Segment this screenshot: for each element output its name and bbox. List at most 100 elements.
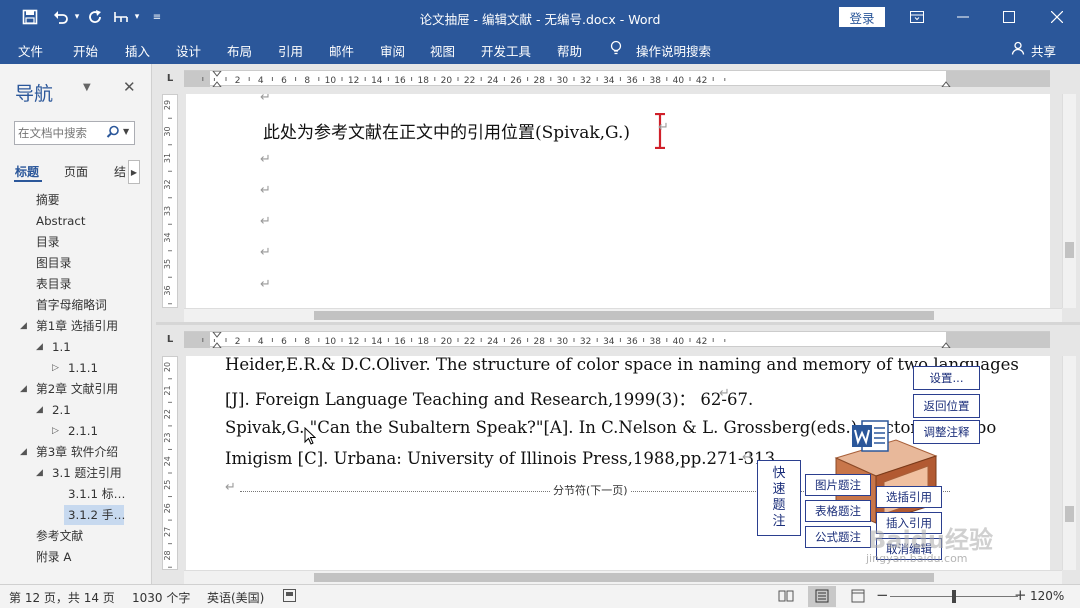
tab-view[interactable]: 视图: [430, 41, 455, 60]
bottom-horizontal-scrollbar[interactable]: [184, 570, 1062, 584]
tab-references[interactable]: 引用: [278, 41, 303, 60]
nav-heading-item[interactable]: 3.1.1 标…: [68, 484, 125, 504]
first-line-indent-marker[interactable]: [212, 332, 222, 338]
minimize-icon[interactable]: [940, 0, 986, 34]
tree-collapse-icon[interactable]: ◢: [36, 337, 43, 357]
nav-heading-item[interactable]: 目录: [36, 232, 60, 252]
redo-icon[interactable]: [84, 6, 106, 28]
nav-close-icon[interactable]: ✕: [123, 78, 136, 96]
zoom-slider-thumb[interactable]: [952, 590, 956, 603]
top-hscroll-thumb[interactable]: [314, 311, 934, 320]
share-user-icon[interactable]: [1011, 41, 1025, 58]
select-insert-citation-button[interactable]: 选插引用: [876, 486, 942, 508]
reference-line-1[interactable]: Heider,E.R.& D.C.Oliver. The structure o…: [225, 356, 1019, 374]
share-button[interactable]: 共享: [1031, 41, 1056, 60]
tab-help[interactable]: 帮助: [557, 41, 582, 60]
tree-collapse-icon[interactable]: ◢: [20, 442, 27, 462]
search-icon[interactable]: [106, 125, 120, 142]
tab-layout[interactable]: 布局: [227, 41, 252, 60]
nav-heading-item[interactable]: 1.1.1: [68, 358, 98, 378]
customize-toolbar-icon[interactable]: ≡: [150, 6, 164, 28]
print-layout-icon[interactable]: [815, 589, 829, 606]
nav-heading-item[interactable]: 第2章 文献引用: [36, 379, 118, 399]
nav-heading-item[interactable]: 图目录: [36, 253, 71, 273]
tab-stop-selector-icon[interactable]: L: [162, 331, 178, 347]
tree-collapse-icon[interactable]: ◢: [36, 463, 43, 483]
nav-tab-headings[interactable]: 标题: [15, 163, 39, 180]
ribbon-display-options-icon[interactable]: [894, 0, 940, 34]
nav-heading-item[interactable]: 第3章 软件介绍: [36, 442, 118, 462]
document-page[interactable]: ↵ 此处为参考文献在正文中的引用位置(Spivak,G.) ↵ ↵ ↵ ↵ ↵ …: [186, 94, 1050, 308]
nav-heading-item[interactable]: 3.1.2 手…: [68, 505, 125, 525]
bottom-vscroll-thumb[interactable]: [1065, 506, 1074, 522]
quick-caption-button[interactable]: 快速题注: [757, 460, 801, 536]
tab-stop-selector-icon[interactable]: L: [162, 70, 178, 86]
equation-caption-button[interactable]: 公式题注: [805, 526, 871, 548]
zoom-level[interactable]: 120%: [1030, 589, 1064, 603]
nav-heading-item[interactable]: 参考文献: [36, 526, 83, 546]
tell-me-search[interactable]: 操作说明搜索: [636, 41, 711, 60]
nav-heading-item[interactable]: 表目录: [36, 274, 71, 294]
nav-heading-item[interactable]: 3.1 题注引用: [52, 463, 122, 483]
nav-options-chevron-icon[interactable]: ▼: [83, 82, 91, 93]
nav-heading-item[interactable]: 2.1: [52, 400, 71, 420]
nav-tabs-scroll-right-icon[interactable]: ▶: [128, 160, 140, 184]
vertical-ruler[interactable]: 20 21 22 23 24 25 26 27 28: [162, 356, 178, 570]
search-options-chevron-icon[interactable]: ▼: [123, 127, 129, 136]
vertical-ruler[interactable]: 29 30 31 32 33 34 35 36: [162, 94, 178, 308]
adjust-note-button[interactable]: 调整注释: [913, 420, 980, 444]
return-position-button[interactable]: 返回位置: [913, 394, 980, 418]
horizontal-ruler[interactable]: 2 4 6 8 10 12 14 16 18 20 22 24 26 28 30 32 34 36 38 40 42: [184, 70, 1050, 87]
nav-heading-item[interactable]: 附录 A: [36, 547, 71, 567]
bottom-vertical-scrollbar[interactable]: [1062, 356, 1076, 570]
undo-icon[interactable]: [50, 6, 72, 28]
read-mode-icon[interactable]: [778, 589, 794, 606]
settings-button[interactable]: 设置...: [913, 366, 980, 390]
document-page[interactable]: Heider,E.R.& D.C.Oliver. The structure o…: [186, 356, 1050, 570]
first-line-indent-marker[interactable]: [212, 71, 222, 77]
tab-mailings[interactable]: 邮件: [329, 41, 354, 60]
horizontal-ruler[interactable]: 2 4 6 8 10 12 14 16 18 20 22 24 26 28 30 32 34 36 38 40 42: [184, 331, 1050, 348]
tree-collapse-icon[interactable]: ◢: [20, 316, 27, 336]
zoom-out-icon[interactable]: −: [876, 586, 889, 604]
reference-line-2[interactable]: [J]. Foreign Language Teaching and Resea…: [225, 386, 753, 410]
page-count[interactable]: 第 12 页，共 14 页: [9, 589, 115, 606]
tree-expand-icon[interactable]: ▷: [52, 421, 59, 441]
picture-caption-button[interactable]: 图片题注: [805, 474, 871, 496]
pane-splitter[interactable]: [156, 322, 1080, 325]
tab-review[interactable]: 审阅: [380, 41, 405, 60]
maximize-icon[interactable]: [986, 0, 1032, 34]
tab-file[interactable]: 文件: [18, 41, 43, 60]
hanging-indent-marker[interactable]: [212, 81, 222, 87]
nav-tab-pages[interactable]: 页面: [64, 163, 88, 180]
tree-expand-icon[interactable]: ▷: [52, 358, 59, 378]
language-indicator[interactable]: 英语(美国): [207, 589, 264, 606]
close-icon[interactable]: [1034, 0, 1080, 34]
nav-tab-results[interactable]: 结: [114, 163, 126, 180]
macro-record-icon[interactable]: [283, 589, 296, 605]
nav-heading-item[interactable]: 1.1: [52, 337, 71, 357]
top-horizontal-scrollbar[interactable]: [184, 308, 1062, 322]
tab-design[interactable]: 设计: [176, 41, 201, 60]
citation-line[interactable]: 此处为参考文献在正文中的引用位置(Spivak,G.): [263, 118, 630, 143]
top-vertical-scrollbar[interactable]: [1062, 94, 1076, 308]
bottom-hscroll-thumb[interactable]: [314, 573, 934, 582]
nav-heading-item[interactable]: Abstract: [36, 211, 86, 231]
top-vscroll-thumb[interactable]: [1065, 242, 1074, 258]
tree-collapse-icon[interactable]: ◢: [36, 400, 43, 420]
table-layout-icon[interactable]: [110, 6, 132, 28]
zoom-in-icon[interactable]: +: [1014, 586, 1027, 604]
nav-heading-item[interactable]: 首字母缩略词: [36, 295, 107, 315]
tab-home[interactable]: 开始: [73, 41, 98, 60]
table-caption-button[interactable]: 表格题注: [805, 500, 871, 522]
nav-heading-item[interactable]: 2.1.1: [68, 421, 98, 441]
lightbulb-icon[interactable]: [609, 40, 623, 59]
web-layout-icon[interactable]: [851, 589, 865, 606]
hanging-indent-marker[interactable]: [212, 342, 222, 348]
undo-dropdown-icon[interactable]: ▾: [72, 6, 82, 28]
login-button[interactable]: 登录: [839, 7, 885, 27]
nav-heading-item[interactable]: 第1章 选插引用: [36, 316, 118, 336]
tab-insert[interactable]: 插入: [125, 41, 150, 60]
word-count[interactable]: 1030 个字: [132, 589, 190, 606]
nav-search-input[interactable]: [18, 125, 104, 141]
